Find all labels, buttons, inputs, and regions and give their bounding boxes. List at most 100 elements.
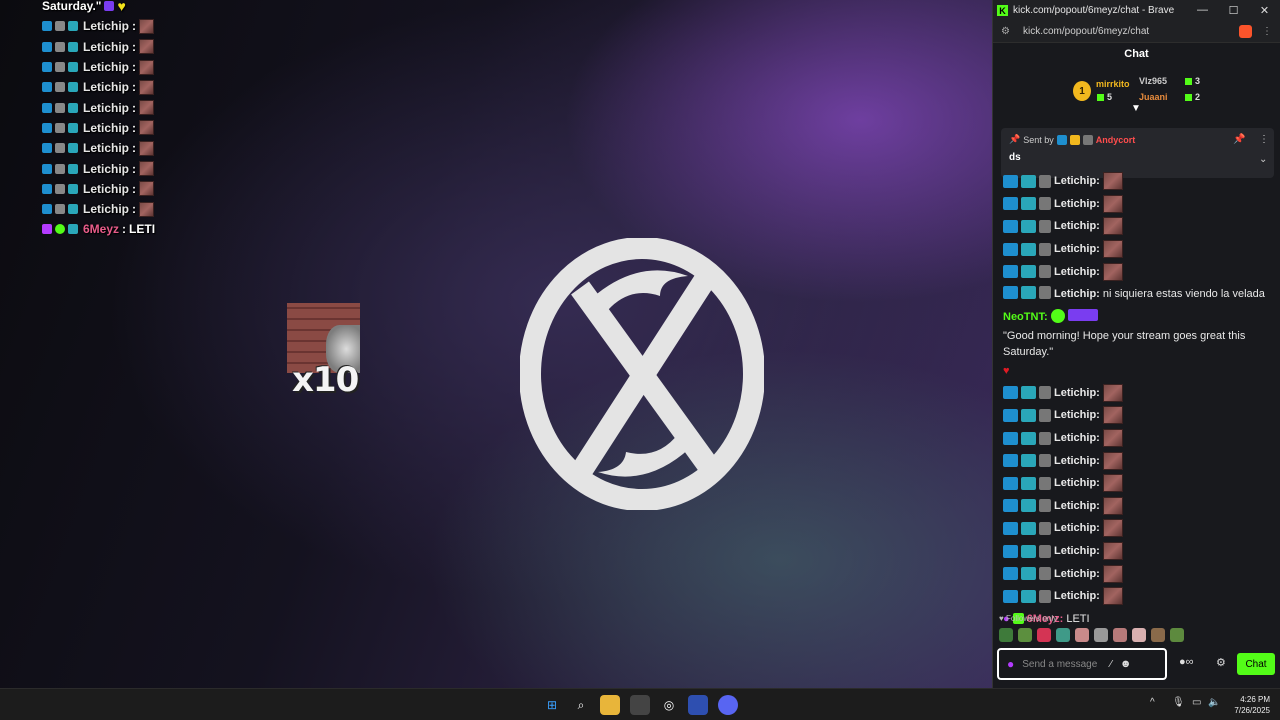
pinned-username[interactable]: Andycort: [1096, 135, 1136, 145]
shield-icon: [1039, 476, 1051, 490]
overlay-username: Letichip: [83, 141, 130, 156]
store-icon[interactable]: [630, 695, 650, 715]
commands-icon[interactable]: ⁄: [1110, 659, 1112, 670]
sword-icon: [42, 62, 52, 73]
chevron-down-icon[interactable]: ⌄: [1259, 154, 1267, 165]
chat-username[interactable]: Letichip:: [1054, 175, 1100, 187]
chat-username[interactable]: Letichip:: [1054, 266, 1100, 278]
browser-window: K kick.com/popout/6meyz/chat - Brave — ☐…: [992, 0, 1280, 688]
settings-gear-icon[interactable]: ⚙: [1216, 656, 1226, 669]
badge-icon: [1003, 521, 1018, 535]
emote-button[interactable]: [999, 628, 1013, 642]
overlay-separator: :: [132, 161, 137, 176]
crown-icon: [1069, 134, 1080, 145]
chat-username[interactable]: Letichip:: [1054, 220, 1100, 232]
chat-username[interactable]: Letichip:: [1054, 286, 1100, 302]
overlay-chat-line: Letichip:: [42, 118, 155, 138]
address-bar[interactable]: ⚙ kick.com/popout/6meyz/chat ⋮: [993, 21, 1280, 43]
chat-username[interactable]: Letichip:: [1054, 477, 1100, 489]
file-explorer-icon[interactable]: [600, 695, 620, 715]
emote-button[interactable]: [1037, 628, 1051, 642]
pinned-options-icon[interactable]: ⋮: [1259, 134, 1269, 145]
overlay-chat-line: 6Meyz : LETI: [42, 219, 155, 239]
emote-combo-count: x10: [292, 360, 359, 400]
gift-icon: [68, 41, 78, 52]
maximize-button[interactable]: ☐: [1218, 4, 1249, 17]
leaderboard-second-name[interactable]: Vlz965: [1139, 76, 1167, 86]
start-icon[interactable]: ⊞: [542, 695, 562, 715]
emote-button[interactable]: [1113, 628, 1127, 642]
leaderboard-first-count: 5: [1107, 92, 1113, 102]
pin-icon[interactable]: 📌: [1233, 134, 1245, 145]
shield-icon: [1082, 134, 1093, 145]
overlay-separator: :: [122, 222, 127, 237]
leaderboard-first-name[interactable]: mirrkito: [1096, 79, 1130, 89]
chat-message: Letichip:: [1003, 449, 1273, 472]
search-icon[interactable]: ⌕: [571, 695, 591, 715]
gift-badge-icon: [1021, 454, 1036, 468]
brick-emote-icon: [1102, 406, 1123, 425]
chat-username[interactable]: Letichip:: [1054, 243, 1100, 255]
chat-username[interactable]: Letichip:: [1054, 455, 1100, 467]
brave-icon[interactable]: [688, 695, 708, 715]
close-button[interactable]: ✕: [1249, 4, 1280, 17]
obs-icon[interactable]: ◎: [659, 695, 679, 715]
chat-message-list: Letichip: Letichip: Letichip: Letichip: Leti…: [1003, 170, 1273, 630]
gift-badge-icon: [1021, 219, 1036, 233]
tray-chevron-icon[interactable]: ^: [1150, 697, 1155, 708]
badge-icon: [1003, 408, 1018, 422]
chat-username[interactable]: Letichip:: [1054, 409, 1100, 421]
brave-shields-icon[interactable]: [1239, 25, 1252, 38]
chat-username[interactable]: Letichip:: [1054, 545, 1100, 557]
shield-icon: [55, 163, 65, 174]
volume-icon[interactable]: 🔈: [1208, 697, 1220, 708]
brick-emote-icon: [1102, 519, 1123, 538]
system-clock[interactable]: 4:26 PM 7/26/2025: [1224, 694, 1270, 716]
site-settings-icon[interactable]: ⚙: [1001, 26, 1013, 37]
message-input[interactable]: [1022, 658, 1103, 670]
network-icon[interactable]: ▭: [1192, 697, 1201, 708]
discord-icon[interactable]: [718, 695, 738, 715]
url-text[interactable]: kick.com/popout/6meyz/chat: [1023, 26, 1149, 37]
overlay-separator: :: [132, 80, 137, 95]
emote-button[interactable]: [1056, 628, 1070, 642]
emote-button[interactable]: [1132, 628, 1146, 642]
minimize-button[interactable]: —: [1187, 4, 1218, 17]
chat-username[interactable]: Letichip:: [1054, 590, 1100, 602]
chat-send-button[interactable]: Chat: [1237, 653, 1275, 675]
browser-menu-icon[interactable]: ⋮: [1262, 26, 1272, 37]
chat-username[interactable]: Letichip:: [1054, 198, 1100, 210]
quick-emote-row: [999, 628, 1184, 642]
chat-username[interactable]: NeoTNT:: [1003, 309, 1048, 325]
emote-button[interactable]: [1170, 628, 1184, 642]
chat-username[interactable]: Letichip:: [1054, 432, 1100, 444]
mic-icon[interactable]: ●: [1007, 657, 1014, 671]
brick-emote-icon: [1102, 587, 1123, 606]
emote-button[interactable]: [1018, 628, 1032, 642]
mic-tray-icon[interactable]: 🎙: [1172, 697, 1185, 708]
chat-username[interactable]: Letichip:: [1054, 500, 1100, 512]
emote-button[interactable]: [1151, 628, 1165, 642]
brick-emote-icon: [139, 161, 155, 177]
overlay-top-fragment: Saturday.": [42, 0, 102, 14]
overlay-username: Letichip: [83, 120, 130, 135]
gift-icon: [68, 21, 78, 32]
overlay-separator: :: [132, 39, 137, 54]
leaderboard-third-name[interactable]: Juaani: [1139, 92, 1168, 102]
window-title: kick.com/popout/6meyz/chat - Brave: [1013, 5, 1175, 16]
message-input-container[interactable]: ● ⁄ ☻: [997, 648, 1167, 680]
chat-username[interactable]: Letichip:: [1054, 522, 1100, 534]
chat-username[interactable]: Letichip:: [1054, 387, 1100, 399]
chat-message: Letichip:: [1003, 427, 1273, 450]
chat-message: Letichip:: [1003, 562, 1273, 585]
emote-button[interactable]: [1094, 628, 1108, 642]
chat-username[interactable]: Letichip:: [1054, 568, 1100, 580]
emote-button[interactable]: [1075, 628, 1089, 642]
emoji-icon[interactable]: ☻: [1120, 658, 1132, 670]
sword-icon: [42, 163, 52, 174]
gift-leaderboard: 1 mirrkito 5 Vlz965 3 Juaani 2 ▼: [993, 65, 1280, 117]
badge-icon: [1003, 454, 1018, 468]
rewards-icon[interactable]: ●∞: [1179, 656, 1194, 668]
collapse-arrow-icon[interactable]: ▼: [1131, 103, 1141, 114]
brick-emote-icon: [139, 120, 155, 136]
